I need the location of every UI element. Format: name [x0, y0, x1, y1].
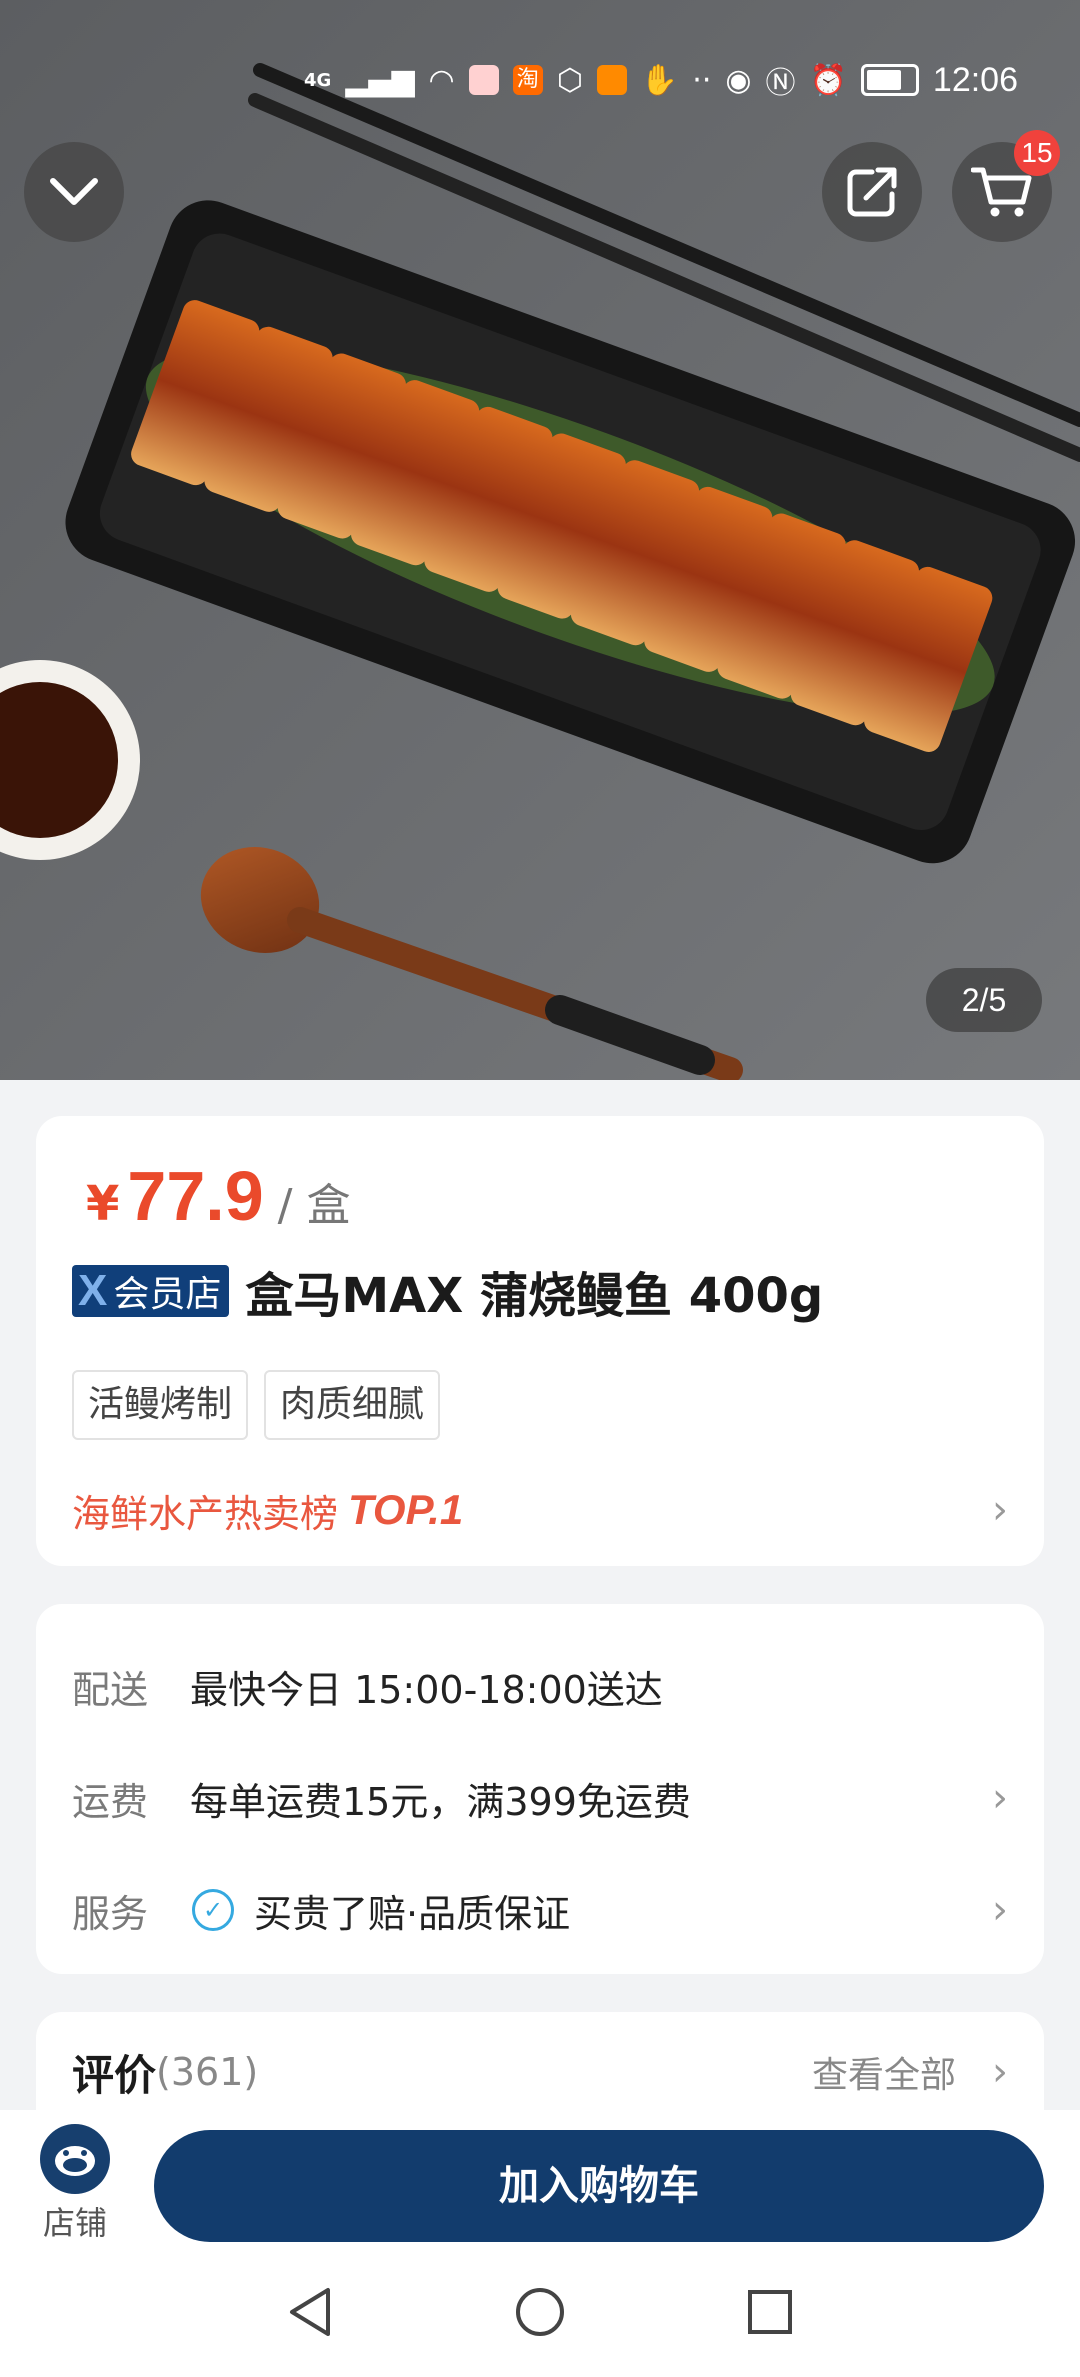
price-row: ¥ 77.9 / 盒 [86, 1156, 350, 1236]
reviews-header[interactable]: 评价 (361) 查看全部 › [72, 2042, 1008, 2102]
image-pager-indicator: 2/5 [926, 968, 1042, 1032]
service-label: 服务 [72, 1891, 149, 1936]
service-value: 买贵了赔·品质保证 [254, 1891, 571, 1936]
store-logo-icon [40, 2124, 110, 2194]
ranking-link[interactable]: 海鲜水产热卖榜 TOP.1 › [72, 1480, 1008, 1540]
more-dots-icon: ·· [692, 62, 712, 98]
feature-tag: 肉质细腻 [264, 1370, 441, 1440]
ranking-top: TOP.1 [348, 1486, 464, 1533]
add-to-cart-button[interactable]: 加入购物车 [154, 2130, 1044, 2242]
back-nav-icon[interactable] [286, 2286, 334, 2338]
wifi-icon: ◠ [428, 62, 455, 98]
network-label: 4G [304, 69, 332, 91]
feature-tag: 活鳗烤制 [72, 1370, 249, 1440]
video-app-icon [596, 65, 627, 95]
clock: 12:06 [932, 60, 1018, 99]
battery-icon [860, 64, 919, 96]
delivery-label: 配送 [72, 1667, 149, 1712]
chevron-right-icon: › [992, 1887, 1008, 1933]
cart-button[interactable]: 15 [952, 130, 1060, 242]
currency-symbol: ¥ [86, 1176, 120, 1232]
chevron-right-icon: › [992, 1487, 1008, 1533]
product-price: 77.9 [127, 1157, 264, 1235]
delivery-value: 最快今日 15:00-18:00送达 [190, 1667, 663, 1712]
shipping-fee-label: 运费 [72, 1779, 149, 1824]
hex-app-icon: ⬡ [556, 62, 583, 98]
see-all-reviews-link[interactable]: 查看全部 [812, 2046, 956, 2098]
product-info-card: ¥ 77.9 / 盒 X 会员店 盒马MAX 蒲烧鳗鱼 400g 活鳗烤制 肉质… [36, 1116, 1044, 1566]
service-row[interactable]: 服务 ✓ 买贵了赔·品质保证 › [72, 1880, 1008, 1940]
shipping-fee-row[interactable]: 运费 每单运费15元，满399免运费 › [72, 1768, 1008, 1828]
x-logo-icon: X [78, 1266, 108, 1315]
taobao-app-icon: 淘 [512, 65, 543, 95]
system-navigation-bar [0, 2250, 1080, 2377]
title-row: X 会员店 盒马MAX 蒲烧鳗鱼 400g [72, 1256, 823, 1326]
share-icon [847, 167, 897, 217]
notification-app-icon [468, 65, 499, 95]
share-button[interactable] [822, 142, 922, 242]
shipping-fee-value: 每单运费15元，满399免运费 [190, 1779, 691, 1824]
status-bar: 4G ▂▄▆ ◠ 淘 ⬡ ✋ ·· ◉ Ⓝ ⏰ 12:06 [0, 0, 1080, 160]
cart-count-badge: 15 [1014, 130, 1060, 176]
member-store-badge: X 会员店 [72, 1265, 230, 1317]
check-circle-icon: ✓ [192, 1889, 234, 1931]
bottom-action-bar: 店铺 加入购物车 [0, 2110, 1080, 2250]
collapse-button[interactable] [24, 142, 124, 242]
member-store-label: 会员店 [113, 1274, 222, 1315]
chevron-right-icon: › [992, 1775, 1008, 1821]
store-label: 店铺 [42, 2204, 107, 2242]
price-unit: / 盒 [277, 1180, 351, 1231]
signal-icon: ▂▄▆ [345, 62, 415, 98]
home-nav-icon[interactable] [514, 2286, 566, 2338]
reviews-count: (361) [156, 2050, 259, 2094]
recents-nav-icon[interactable] [746, 2286, 794, 2338]
chevron-down-icon [50, 178, 98, 205]
delivery-info-card: 配送 最快今日 15:00-18:00送达 运费 每单运费15元，满399免运费… [36, 1604, 1044, 1974]
eye-icon: ◉ [725, 62, 752, 98]
product-image-carousel[interactable]: 4G ▂▄▆ ◠ 淘 ⬡ ✋ ·· ◉ Ⓝ ⏰ 12:06 15 2/5 [0, 0, 1080, 1080]
feature-tags: 活鳗烤制 肉质细腻 [72, 1370, 441, 1440]
alarm-icon: ⏰ [809, 62, 847, 98]
status-icons: 4G ▂▄▆ ◠ 淘 ⬡ ✋ ·· ◉ Ⓝ ⏰ 12:06 [304, 58, 1018, 102]
product-title: 盒马MAX 蒲烧鳗鱼 400g [245, 1268, 824, 1324]
product-photo [0, 0, 1080, 1080]
delivery-row: 配送 最快今日 15:00-18:00送达 [72, 1656, 1008, 1716]
nfc-icon: Ⓝ [765, 66, 796, 101]
hand-app-icon: ✋ [640, 62, 679, 98]
chevron-right-icon: › [992, 2049, 1008, 2095]
reviews-title: 评价 [72, 2050, 157, 2100]
store-button[interactable]: 店铺 [30, 2124, 120, 2244]
ranking-label: 海鲜水产热卖榜 [72, 1491, 339, 1536]
